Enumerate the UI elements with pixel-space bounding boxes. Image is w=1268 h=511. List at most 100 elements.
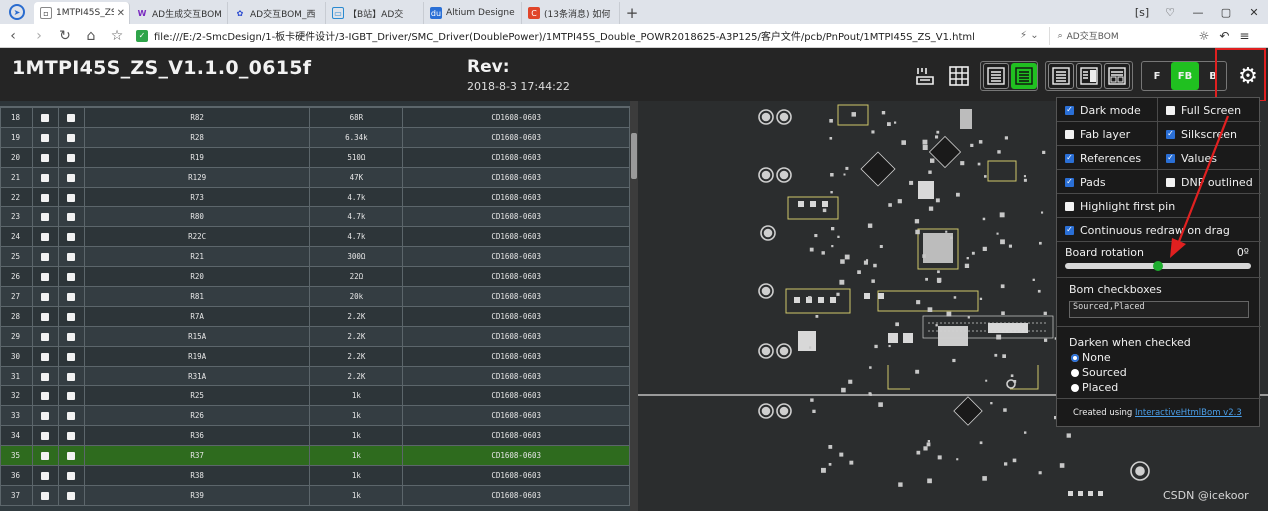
bom-only-icon[interactable] (1048, 63, 1074, 89)
checkbox-checked-icon[interactable]: ✓ (1065, 105, 1074, 115)
menu-icon[interactable]: ≡ (1239, 29, 1249, 43)
checkbox-unchecked-icon[interactable] (41, 432, 50, 441)
table-row[interactable]: 22 R73 4.7k CD1608-0603 (0, 186, 630, 208)
sourced-checkbox[interactable] (31, 325, 59, 347)
forward-icon[interactable]: › (26, 28, 52, 44)
darken-placed-radio[interactable]: Placed (1071, 381, 1118, 394)
references-option[interactable]: ✓ References (1057, 146, 1158, 170)
checkbox-unchecked-icon[interactable] (67, 173, 76, 182)
checkbox-unchecked-icon[interactable] (67, 491, 76, 500)
fab-layer-option[interactable]: Fab layer (1057, 122, 1158, 146)
ibom-link[interactable]: InteractiveHtmlBom v2.3 (1135, 408, 1242, 418)
placed-checkbox[interactable] (57, 325, 85, 347)
checkbox-unchecked-icon[interactable] (67, 213, 76, 222)
checkbox-unchecked-icon[interactable] (41, 312, 50, 321)
pcb-icon[interactable] (912, 63, 938, 89)
checkbox-unchecked-icon[interactable] (67, 392, 76, 401)
checkbox-unchecked-icon[interactable] (41, 491, 50, 500)
table-row[interactable]: 20 R19 510Ω CD1608-0603 (0, 146, 630, 168)
checkbox-unchecked-icon[interactable] (67, 452, 76, 461)
checkbox-unchecked-icon[interactable] (41, 213, 50, 222)
checkbox-unchecked-icon[interactable] (41, 332, 50, 341)
checkbox-unchecked-icon[interactable] (41, 113, 50, 122)
placed-checkbox[interactable] (57, 365, 85, 387)
table-row[interactable]: 25 R21 300Ω CD1608-0603 (0, 246, 630, 268)
placed-checkbox[interactable] (57, 246, 85, 268)
close-window-icon[interactable]: ✕ (1240, 6, 1268, 19)
sourced-checkbox[interactable] (31, 385, 59, 407)
placed-checkbox[interactable] (57, 166, 85, 188)
table-row[interactable]: 37 R39 1k CD1608-0603 (0, 484, 630, 506)
checkbox-unchecked-icon[interactable] (67, 412, 76, 421)
reload-icon[interactable]: ↻ (52, 28, 78, 44)
new-tab-icon[interactable]: + (620, 2, 644, 24)
radio-unselected-icon[interactable] (1071, 383, 1079, 392)
placed-checkbox[interactable] (57, 405, 85, 427)
browser-tab-4[interactable]: ▭ 【B站】AD交 (326, 2, 424, 24)
browser-tab-6[interactable]: C (13条消息) 如何 (522, 2, 620, 24)
checkbox-unchecked-icon[interactable] (41, 173, 50, 182)
browser-tab-5[interactable]: du Altium Designe (424, 2, 522, 24)
scroll-thumb[interactable] (631, 133, 637, 179)
checkbox-unchecked-icon[interactable] (67, 273, 76, 282)
bom-fb-lr-icon[interactable] (1104, 63, 1130, 89)
checkbox-unchecked-icon[interactable] (41, 372, 50, 381)
table-row[interactable]: 34 R36 1k CD1608-0603 (0, 425, 630, 447)
checkbox-unchecked-icon[interactable] (67, 193, 76, 202)
checkbox-unchecked-icon[interactable] (1065, 201, 1074, 211)
checkbox-unchecked-icon[interactable] (41, 133, 50, 142)
darken-none-radio[interactable]: None (1071, 351, 1111, 364)
sourced-checkbox[interactable] (31, 226, 59, 248)
home-icon[interactable]: ⌂ (78, 28, 104, 44)
sourced-checkbox[interactable] (31, 445, 59, 467)
front-layer-button[interactable]: F (1143, 62, 1171, 90)
checkbox-unchecked-icon[interactable] (67, 253, 76, 262)
checkbox-unchecked-icon[interactable] (41, 392, 50, 401)
checkbox-unchecked-icon[interactable] (67, 153, 76, 162)
table-row[interactable]: 27 R81 20k CD1608-0603 (0, 286, 630, 307)
checkbox-unchecked-icon[interactable] (67, 432, 76, 441)
sourced-checkbox[interactable] (31, 465, 59, 486)
bookmark-icon[interactable]: ♡ (1156, 6, 1184, 19)
bom-split-icon[interactable] (1011, 63, 1037, 89)
placed-checkbox[interactable] (57, 425, 85, 447)
checkbox-unchecked-icon[interactable] (41, 193, 50, 202)
s-icon[interactable]: [s] (1128, 6, 1156, 19)
checkbox-unchecked-icon[interactable] (67, 332, 76, 341)
table-row[interactable]: 36 R38 1k CD1608-0603 (0, 465, 630, 486)
minimize-icon[interactable]: — (1184, 6, 1212, 19)
checkbox-unchecked-icon[interactable] (41, 273, 50, 282)
placed-checkbox[interactable] (57, 206, 85, 228)
table-row[interactable]: 23 R80 4.7k CD1608-0603 (0, 206, 630, 228)
table-row[interactable]: 30 R19A 2.2K CD1608-0603 (0, 345, 630, 367)
table-row[interactable]: 26 R20 22Ω CD1608-0603 (0, 266, 630, 288)
browser-tab-1[interactable]: ▫ 1MTPI45S_ZS_V ✕ (34, 2, 130, 24)
checkbox-unchecked-icon[interactable] (67, 233, 76, 242)
placed-checkbox[interactable] (57, 107, 85, 128)
radio-selected-icon[interactable] (1071, 353, 1079, 362)
radio-unselected-icon[interactable] (1071, 368, 1079, 377)
placed-checkbox[interactable] (57, 305, 85, 327)
sourced-checkbox[interactable] (31, 246, 59, 268)
sourced-checkbox[interactable] (31, 107, 59, 128)
table-row[interactable]: 33 R26 1k CD1608-0603 (0, 405, 630, 427)
sourced-checkbox[interactable] (31, 126, 59, 148)
restore-icon[interactable]: ▢ (1212, 6, 1240, 19)
table-row[interactable]: 18 R82 68R CD1608-0603 (0, 107, 630, 128)
table-row[interactable]: 32 R25 1k CD1608-0603 (0, 385, 630, 407)
checkbox-unchecked-icon[interactable] (67, 113, 76, 122)
star-icon[interactable]: ☆ (104, 28, 130, 44)
url-field[interactable]: ✓ file:///E:/2-SmcDesign/1-板卡硬件设计/3-IGBT… (136, 27, 1006, 45)
undo-icon[interactable]: ↶ (1219, 29, 1229, 43)
placed-checkbox[interactable] (57, 484, 85, 506)
sourced-checkbox[interactable] (31, 484, 59, 506)
checkbox-unchecked-icon[interactable] (67, 292, 76, 301)
sourced-checkbox[interactable] (31, 365, 59, 387)
placed-checkbox[interactable] (57, 286, 85, 307)
table-row[interactable]: 31 R31A 2.2K CD1608-0603 (0, 365, 630, 387)
placed-checkbox[interactable] (57, 266, 85, 288)
sourced-checkbox[interactable] (31, 146, 59, 168)
placed-checkbox[interactable] (57, 345, 85, 367)
checkbox-unchecked-icon[interactable] (67, 133, 76, 142)
placed-checkbox[interactable] (57, 126, 85, 148)
